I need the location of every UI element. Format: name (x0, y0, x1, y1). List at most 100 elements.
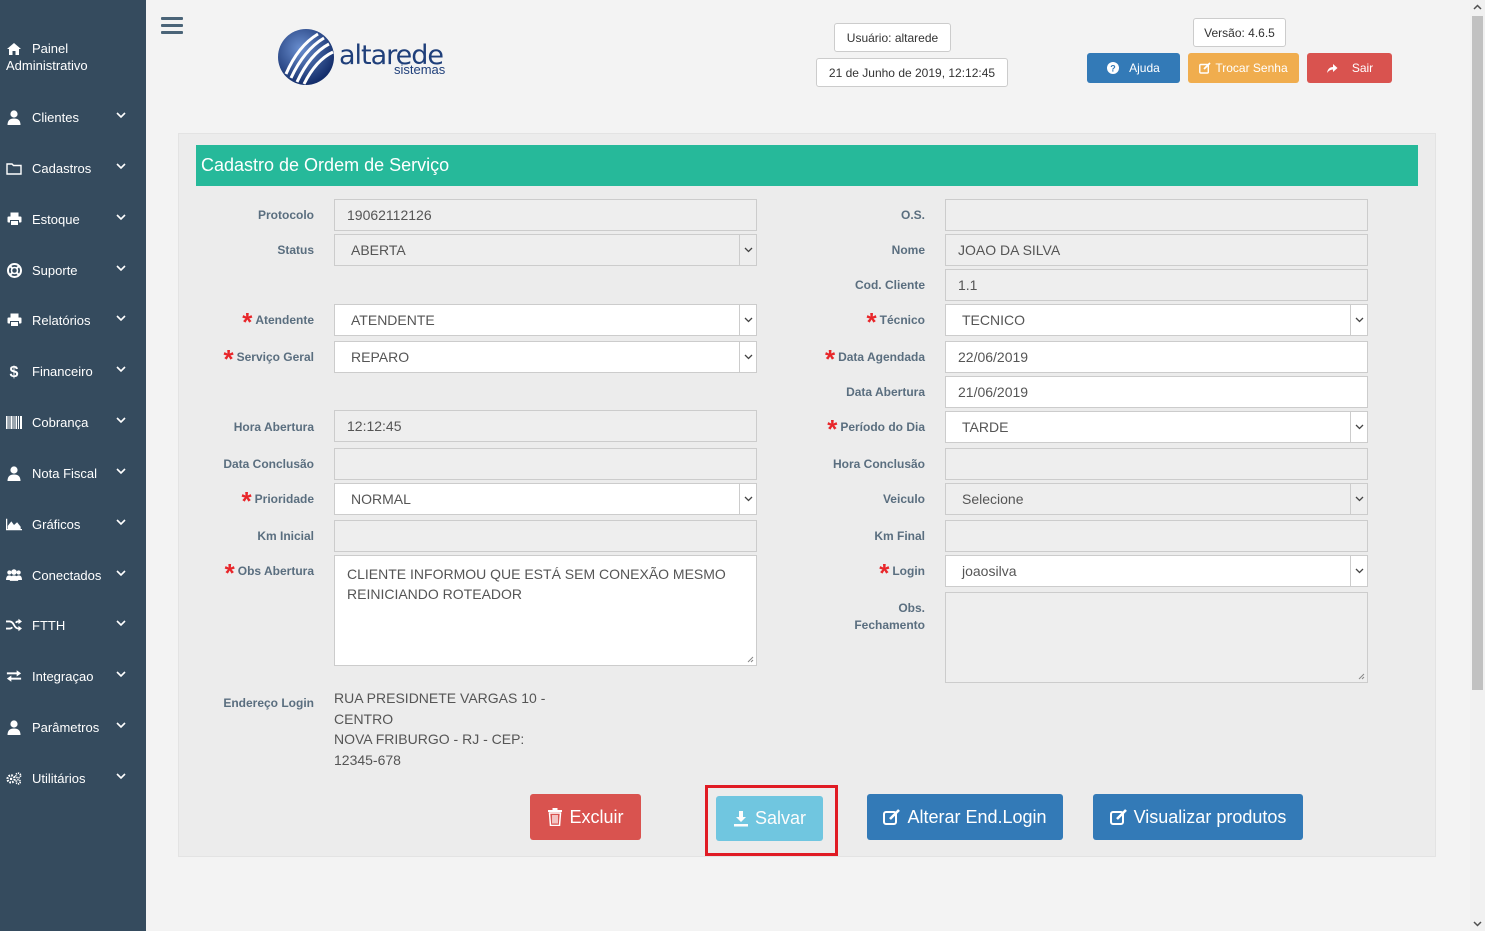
required-asterisk-icon: * (223, 344, 234, 374)
chevron-down-icon[interactable] (739, 342, 756, 372)
tecnico-select[interactable]: TECNICO (945, 304, 1368, 336)
obs-fechamento-textarea[interactable] (945, 592, 1368, 683)
chevron-down-icon[interactable] (1350, 556, 1367, 586)
chevron-down-icon[interactable] (1350, 305, 1367, 335)
sidebar-item-integracao[interactable]: Integraçao (0, 656, 146, 696)
nome-input[interactable]: JOAO DA SILVA (945, 234, 1368, 266)
sidebar-item-nota-fiscal[interactable]: Nota Fiscal (0, 453, 146, 493)
chevron-down-icon (116, 112, 126, 122)
endereco-login-label: Endereço Login (223, 695, 314, 712)
print-icon (6, 211, 22, 227)
obs-abertura-textarea[interactable]: CLIENTE INFORMOU QUE ESTÁ SEM CONEXÃO ME… (334, 555, 757, 666)
nome-value: JOAO DA SILVA (958, 242, 1061, 258)
protocolo-value: 19062112126 (347, 207, 432, 223)
share-arrow-icon (1326, 63, 1338, 74)
data-conclusao-label-text: Data Conclusão (223, 457, 314, 471)
sidebar-item-suporte[interactable]: Suporte (0, 250, 146, 290)
sidebar-item-label: Parâmetros (32, 719, 100, 735)
sidebar-item-relatorios[interactable]: Relatórios (0, 300, 146, 340)
version-badge: Versão: 4.6.5 (1193, 18, 1286, 47)
chevron-down-icon[interactable] (1350, 484, 1367, 514)
login-value: joaosilva (962, 563, 1017, 579)
atendente-select[interactable]: ATENDENTE (334, 304, 757, 336)
cod-cliente-input[interactable]: 1.1 (945, 269, 1368, 301)
atendente-value: ATENDENTE (351, 312, 435, 328)
os-input[interactable] (945, 199, 1368, 231)
nome-label-text: Nome (891, 243, 925, 257)
scroll-down-arrow-icon[interactable] (1473, 919, 1482, 928)
periodo-dia-label-text: Período do Dia (840, 420, 925, 434)
data-agendada-value: 22/06/2019 (958, 349, 1029, 365)
logout-button[interactable]: Sair (1307, 53, 1392, 83)
save-button[interactable]: Salvar (716, 796, 823, 841)
scroll-up-arrow-icon[interactable] (1473, 3, 1482, 12)
sidebar-item-estoque[interactable]: Estoque (0, 199, 146, 239)
tecnico-label-text: Técnico (879, 313, 925, 327)
alterar-end-login-button[interactable]: Alterar End.Login (867, 794, 1063, 840)
sidebar-item-ftth[interactable]: FTTH (0, 605, 146, 645)
km-final-label: Km Final (874, 528, 925, 545)
obs-fechamento-label-line2: Fechamento (854, 618, 925, 632)
sidebar-item-cadastros[interactable]: Cadastros (0, 148, 146, 188)
sidebar-item-conectados[interactable]: Conectados (0, 555, 146, 595)
edit-icon (883, 808, 901, 826)
sidebar-item-cobranca[interactable]: Cobrança (0, 402, 146, 442)
sidebar-item-label: Clientes (32, 109, 79, 125)
chevron-down-icon (116, 620, 126, 630)
data-conclusao-label: Data Conclusão (223, 456, 314, 473)
sidebar-item-financeiro[interactable]: $ Financeiro (0, 351, 146, 391)
chevron-down-icon (116, 722, 126, 732)
chevron-down-icon[interactable] (739, 235, 756, 265)
sidebar-item-painel[interactable]: Painel Administrativo (6, 40, 136, 74)
edit-icon (1109, 808, 1128, 826)
menu-toggle-icon[interactable] (161, 17, 183, 35)
obs-abertura-label-text: Obs Abertura (237, 564, 314, 578)
data-agendada-label: * Data Agendada (825, 346, 925, 372)
protocolo-label: Protocolo (258, 207, 314, 224)
periodo-dia-select[interactable]: TARDE (945, 411, 1368, 443)
data-abertura-input[interactable]: 21/06/2019 (945, 376, 1368, 408)
veiculo-select[interactable]: Selecione (945, 483, 1368, 515)
data-agendada-input[interactable]: 22/06/2019 (945, 341, 1368, 373)
chevron-down-icon (116, 315, 126, 325)
page-scrollbar[interactable] (1470, 0, 1485, 931)
cod-cliente-label: Cod. Cliente (855, 277, 925, 294)
protocolo-input[interactable]: 19062112126 (334, 199, 757, 231)
sidebar-painel-line1: Painel (32, 41, 69, 56)
sidebar-item-clientes[interactable]: Clientes (0, 97, 146, 137)
sidebar: Painel Administrativo Clientes Cadastros E… (0, 0, 146, 931)
hora-conclusao-input[interactable] (945, 448, 1368, 480)
sidebar-item-graficos[interactable]: Gráficos (0, 504, 146, 544)
status-select[interactable]: ABERTA (334, 234, 757, 266)
km-inicial-input[interactable] (334, 520, 757, 552)
chevron-down-icon[interactable] (739, 484, 756, 514)
chevron-down-icon[interactable] (1350, 412, 1367, 442)
visualizar-produtos-button[interactable]: Visualizar produtos (1093, 794, 1303, 840)
login-select[interactable]: joaosilva (945, 555, 1368, 587)
veiculo-label: Veiculo (883, 491, 925, 508)
user-info: Usuário: altarede (834, 23, 951, 52)
sidebar-item-parametros[interactable]: Parâmetros (0, 707, 146, 747)
users-icon (6, 567, 22, 583)
change-password-label: Trocar Senha (1215, 61, 1288, 75)
help-button[interactable]: ? Ajuda (1087, 53, 1180, 83)
servico-geral-select[interactable]: REPARO (334, 341, 757, 373)
prioridade-value: NORMAL (351, 491, 411, 507)
scroll-thumb[interactable] (1472, 16, 1483, 690)
nome-label: Nome (892, 242, 925, 259)
change-password-button[interactable]: Trocar Senha (1188, 53, 1299, 83)
prioridade-select[interactable]: NORMAL (334, 483, 757, 515)
hora-abertura-input[interactable]: 12:12:45 (334, 410, 757, 442)
servico-geral-label-text: Serviço Geral (236, 350, 314, 364)
chevron-down-icon (116, 671, 126, 681)
sidebar-item-label: Cadastros (32, 160, 92, 176)
delete-button[interactable]: Excluir (530, 794, 641, 840)
data-conclusao-input[interactable] (334, 448, 757, 480)
chevron-down-icon (116, 366, 126, 376)
servico-geral-value: REPARO (351, 349, 410, 365)
required-asterisk-icon: * (866, 307, 877, 337)
km-final-input[interactable] (945, 520, 1368, 552)
chevron-down-icon[interactable] (739, 305, 756, 335)
sidebar-item-utilitarios[interactable]: Utilitários (0, 758, 146, 798)
required-asterisk-icon: * (824, 344, 836, 374)
